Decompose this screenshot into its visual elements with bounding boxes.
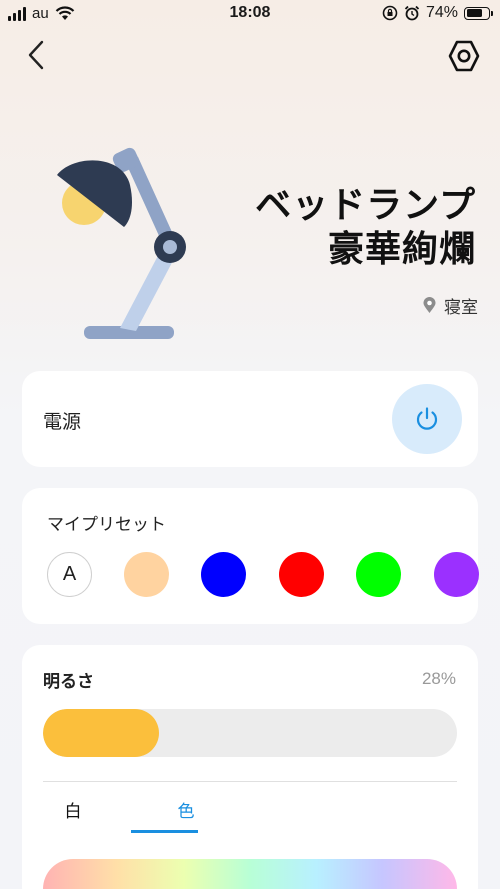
device-title: ベッドランプ 豪華絢爛	[255, 184, 476, 272]
preset-swatch-blue[interactable]	[201, 552, 246, 597]
divider	[43, 781, 457, 782]
power-icon	[416, 407, 438, 430]
location-pin-icon	[423, 297, 436, 313]
brightness-slider[interactable]	[43, 709, 457, 757]
preset-swatch-peach[interactable]	[124, 552, 169, 597]
battery-fill	[466, 9, 483, 17]
room-name: 寝室	[444, 298, 478, 318]
color-picker[interactable]	[43, 859, 457, 889]
preset-swatch-purple[interactable]	[434, 552, 479, 597]
power-button[interactable]	[392, 384, 462, 454]
preset-card: マイプリセット A	[22, 488, 479, 624]
preset-swatch-red[interactable]	[279, 552, 324, 597]
brightness-label: 明るさ	[43, 672, 94, 692]
battery-percent: 74%	[425, 4, 458, 21]
orientation-lock-icon	[382, 5, 398, 21]
preset-swatch-green[interactable]	[356, 552, 401, 597]
tab-white[interactable]: 白	[63, 797, 83, 822]
device-settings-button[interactable]	[446, 38, 482, 74]
desk-lamp-illustration	[57, 147, 186, 339]
hex-settings-icon	[448, 40, 480, 72]
brightness-value: 28%	[421, 669, 456, 688]
preset-title: マイプリセット	[47, 515, 166, 535]
brightness-card: 明るさ 28% 白 色	[22, 645, 478, 889]
preset-auto-button[interactable]: A	[47, 552, 92, 597]
status-bar: au 18:08 74%	[0, 0, 500, 30]
brightness-slider-fill	[43, 709, 159, 757]
room-label: 寝室	[423, 293, 478, 318]
tab-color[interactable]: 色	[153, 797, 219, 822]
chevron-left-icon	[28, 40, 44, 70]
device-title-line2: 豪華絢爛	[327, 229, 476, 270]
power-label: 電源	[43, 411, 82, 433]
back-button[interactable]	[20, 38, 52, 72]
status-right: 74%	[382, 4, 493, 22]
battery-icon	[464, 6, 493, 20]
active-tab-indicator	[131, 830, 198, 833]
alarm-icon	[404, 5, 420, 21]
device-title-line1: ベッドランプ	[255, 185, 476, 226]
power-card: 電源	[22, 371, 478, 467]
